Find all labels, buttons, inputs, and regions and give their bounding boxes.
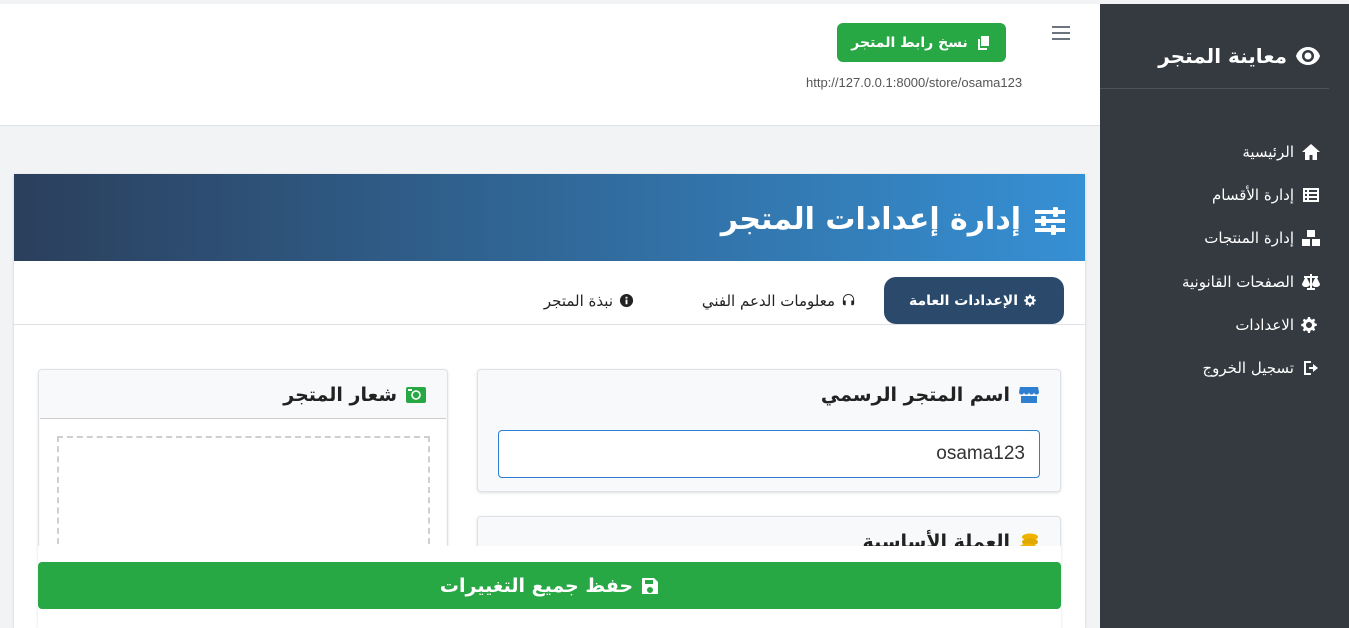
sidebar-item-settings[interactable]: الاعدادات [1182, 303, 1321, 346]
sidebar-item-label: إدارة المنتجات [1204, 229, 1294, 248]
image-icon [406, 387, 426, 403]
copy-icon [977, 35, 989, 50]
sidebar-item-label: الصفحات القانونية [1181, 272, 1294, 291]
tab-label: الإعدادات العامة [909, 292, 1018, 309]
tab-general-settings[interactable]: الإعدادات العامة [884, 277, 1064, 324]
card-header: إدارة إعدادات المتجر [14, 174, 1085, 261]
sidebar-item-categories[interactable]: إدارة الأقسام [1182, 173, 1321, 216]
sidebar-item-legal-pages[interactable]: الصفحات القانونية [1182, 260, 1321, 303]
copy-store-link-label: نسخ رابط المتجر [851, 34, 968, 51]
info-circle-icon [619, 293, 634, 308]
copy-store-link-button[interactable]: نسخ رابط المتجر [837, 23, 1006, 62]
save-icon [642, 577, 659, 594]
page-title-text: إدارة إعدادات المتجر [720, 202, 1021, 237]
save-all-button[interactable]: حفظ جميع التغييرات [38, 562, 1061, 609]
store-name-title: اسم المتجر الرسمي [821, 384, 1040, 406]
list-icon [1303, 187, 1319, 202]
store-logo-label: شعار المتجر [283, 384, 397, 406]
sidebar-nav: الرئيسية إدارة الأقسام إدارة المنتجات ال… [1182, 130, 1321, 390]
sidebar-item-products[interactable]: إدارة المنتجات [1182, 217, 1321, 260]
store-name-panel: اسم المتجر الرسمي [477, 369, 1061, 492]
tab-support-info[interactable]: معلومات الدعم الفني [686, 277, 856, 324]
sidebar-item-label: تسجيل الخروج [1202, 359, 1294, 378]
sidebar-item-home[interactable]: الرئيسية [1182, 130, 1321, 173]
page-title: إدارة إعدادات المتجر [721, 202, 1067, 237]
sidebar-item-label: الرئيسية [1242, 142, 1294, 161]
balance-scale-icon [1302, 273, 1320, 290]
cogs-icon [1301, 316, 1317, 333]
sidebar-item-label: الاعدادات [1235, 315, 1294, 334]
sidebar-item-label: إدارة الأقسام [1211, 185, 1294, 204]
sidebar: معاينة المتجر الرئيسية إدارة الأقسام إدا… [1100, 4, 1349, 628]
save-all-label: حفظ جميع التغييرات [439, 574, 634, 597]
cogs-icon [1024, 294, 1036, 307]
sidebar-item-logout[interactable]: تسجيل الخروج [1182, 346, 1321, 389]
top-header: نسخ رابط المتجر http://127.0.0.1:8000/st… [0, 4, 1100, 126]
save-bar: حفظ جميع التغييرات [38, 546, 1061, 628]
home-icon [1302, 143, 1320, 160]
sidebar-divider [1100, 88, 1329, 89]
menu-toggle-icon[interactable] [1052, 26, 1070, 44]
boxes-icon [1302, 230, 1320, 247]
store-name-input[interactable] [498, 430, 1040, 478]
headset-icon [842, 293, 855, 306]
sidebar-brand-label: معاينة المتجر [1158, 44, 1287, 68]
tab-label: نبذة المتجر [543, 291, 613, 310]
store-url: http://127.0.0.1:8000/store/osama123 [806, 75, 1023, 90]
sign-out-icon [1304, 361, 1318, 376]
tab-label: معلومات الدعم الفني [701, 291, 835, 310]
store-logo-title: شعار المتجر [283, 384, 427, 406]
store-icon [1019, 387, 1039, 403]
store-name-label: اسم المتجر الرسمي [820, 384, 1010, 406]
settings-tabs: الإعدادات العامة معلومات الدعم الفني نبذ… [14, 261, 1085, 325]
sliders-icon [1035, 206, 1065, 235]
eye-icon [1296, 47, 1320, 65]
tab-store-about[interactable]: نبذة المتجر [534, 277, 634, 324]
sidebar-brand[interactable]: معاينة المتجر [1158, 44, 1321, 68]
